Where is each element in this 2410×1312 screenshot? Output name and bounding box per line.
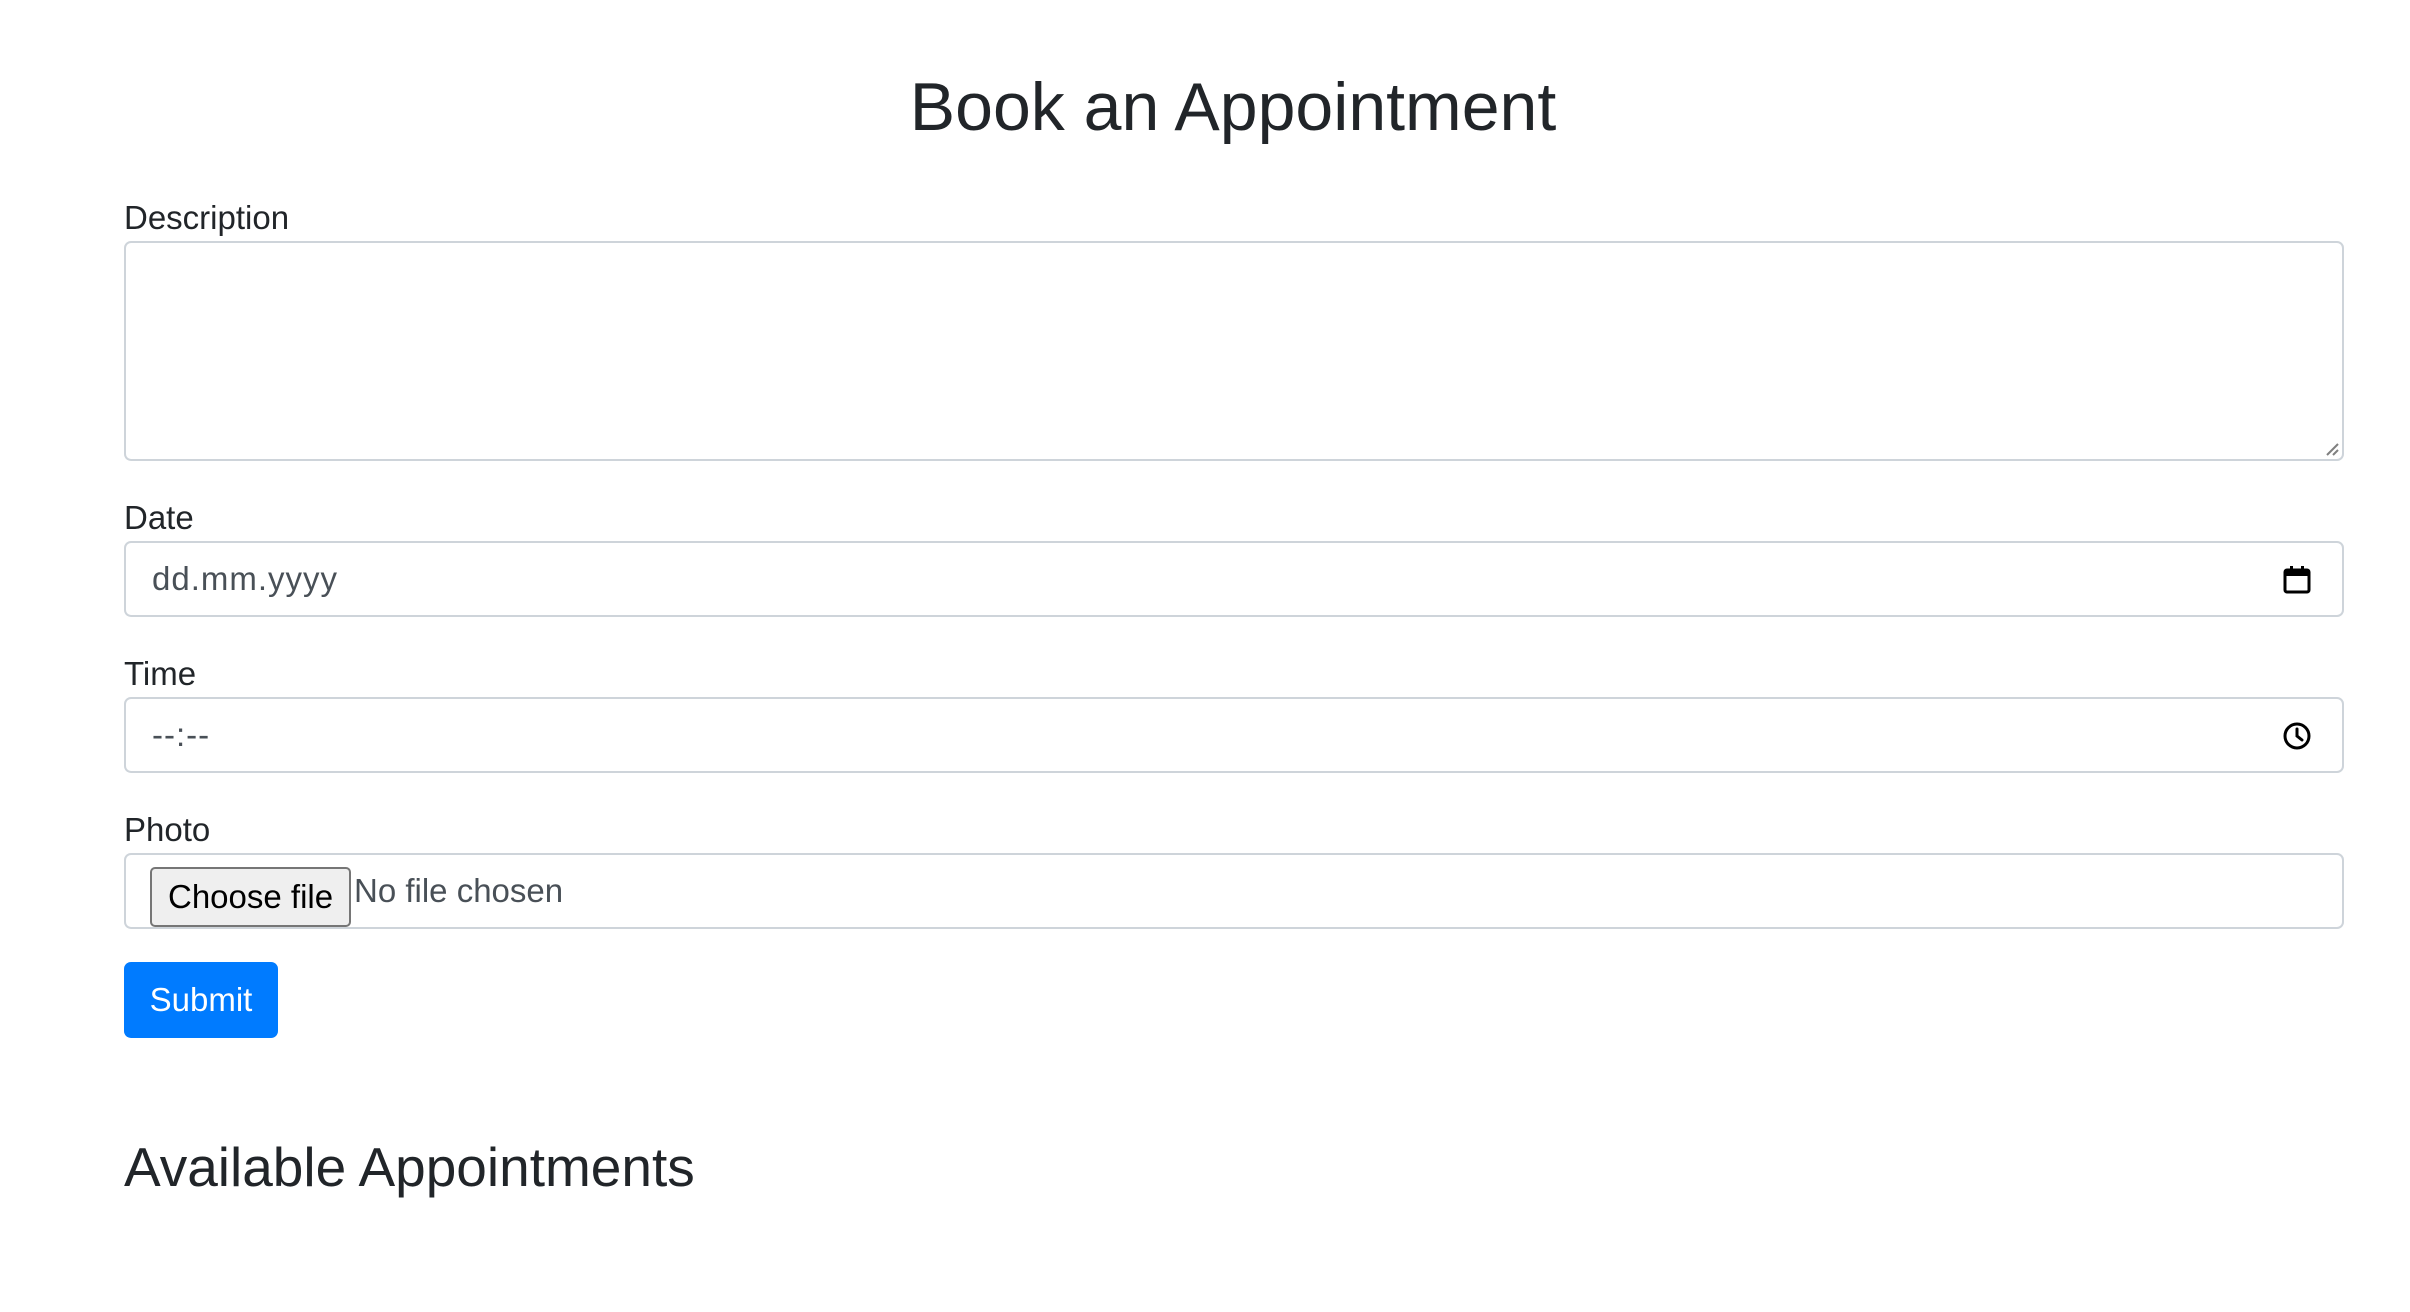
- file-status-text: No file chosen: [354, 872, 564, 909]
- description-label: Description: [124, 199, 290, 236]
- booking-page: Book an Appointment Description Date dd.…: [0, 0, 2410, 1312]
- photo-file-input[interactable]: Choose file No file chosen: [124, 853, 2344, 929]
- time-placeholder: --:--: [152, 716, 211, 753]
- page-title: Book an Appointment: [909, 69, 1557, 145]
- description-textarea[interactable]: [124, 241, 2344, 461]
- date-input[interactable]: dd.mm.yyyy: [124, 541, 2344, 617]
- calendar-icon[interactable]: [2280, 563, 2314, 597]
- submit-button[interactable]: Submit: [124, 962, 278, 1038]
- time-input[interactable]: --:--: [124, 697, 2344, 773]
- date-placeholder: dd.mm.yyyy: [152, 560, 339, 597]
- clock-icon[interactable]: [2280, 719, 2314, 753]
- choose-file-button[interactable]: Choose file: [150, 867, 352, 927]
- date-label: Date: [124, 499, 194, 536]
- photo-label: Photo: [124, 811, 211, 848]
- available-appointments-heading: Available Appointments: [124, 1136, 695, 1198]
- resize-grip-icon[interactable]: [2322, 439, 2340, 457]
- time-label: Time: [124, 655, 197, 692]
